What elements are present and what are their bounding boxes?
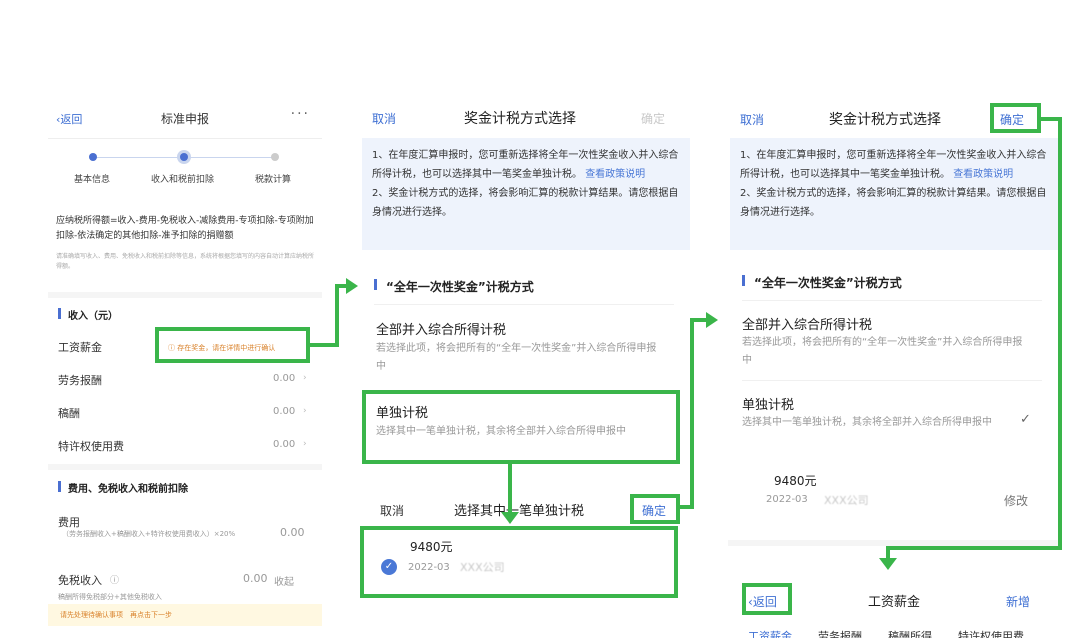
arrow-down-icon — [501, 512, 519, 524]
arrow-down-icon — [879, 558, 897, 570]
cancel-button[interactable]: 取消 — [372, 110, 396, 127]
cancel-button[interactable]: 取消 — [740, 111, 764, 128]
step-label-3: 税款计算 — [255, 175, 292, 185]
tab-salary[interactable]: 工资薪金 — [748, 628, 792, 638]
option-separate-title[interactable]: 单独计税 — [742, 394, 794, 413]
section-title: “全年一次性奖金”计税方式 — [386, 280, 534, 294]
page-title: 奖金计税方式选择 — [829, 112, 941, 128]
option-merge-title[interactable]: 全部并入综合所得计税 — [376, 319, 506, 338]
fee-label: 费用 — [58, 516, 80, 529]
chevron-right-icon: › — [303, 373, 307, 383]
more-icon[interactable]: ··· — [291, 106, 310, 122]
chevron-right-icon: › — [303, 406, 307, 416]
sub-title: 选择其中一笔单独计税 — [454, 504, 585, 519]
step-dot-2 — [180, 153, 188, 161]
exempt-label[interactable]: 免税收入 — [58, 572, 102, 588]
option-merge-title[interactable]: 全部并入综合所得计税 — [742, 314, 872, 333]
tab-labor[interactable]: 劳务报酬 — [818, 628, 862, 638]
tab-franchise[interactable]: 特许权使用费 — [958, 628, 1024, 638]
bonus-company: XXX公司 — [824, 494, 869, 507]
row-franchise-label[interactable]: 特许权使用费 — [58, 438, 124, 454]
step-label-1: 基本信息 — [74, 175, 111, 185]
row-labor-value: 0.00 — [273, 373, 296, 384]
notice-box: 1、在年度汇算申报时，您可重新选择将全年一次性奖金收入并入综合所得计税，也可以选… — [730, 138, 1058, 250]
highlight-bonus-warning — [155, 327, 310, 363]
income-section-title: 收入（元） — [68, 311, 118, 322]
row-royalty-label[interactable]: 稿酬 — [58, 405, 80, 421]
bonus-date: 2022-03 — [766, 494, 808, 505]
tab-royalty[interactable]: 稿酬所得 — [888, 628, 932, 638]
top-bar: ‹返回 标准申报 ··· — [48, 98, 322, 139]
add-button[interactable]: 新增 — [1006, 593, 1030, 610]
sub-cancel-button[interactable]: 取消 — [380, 502, 404, 519]
step-dot-1 — [89, 153, 97, 161]
highlight-bonus-item — [360, 526, 678, 598]
help-icon[interactable]: ⓘ — [110, 573, 119, 586]
notice-box: 1、在年度汇算申报时，您可重新选择将全年一次性奖金收入并入综合所得计税，也可以选… — [362, 138, 690, 250]
section-title: “全年一次性奖金”计税方式 — [754, 276, 902, 290]
row-franchise-value: 0.00 — [273, 439, 296, 450]
highlight-separate-option — [362, 390, 680, 464]
panel-standard-declaration: ‹返回 标准申报 ··· 基本信息 收入和税前扣除 税款计算 应纳税所得额=收入… — [48, 98, 322, 638]
step-dot-3 — [271, 153, 279, 161]
option-merge-desc: 若选择此项，将会把所有的“全年一次性奖金”并入综合所得申报中 — [742, 337, 1023, 366]
option-merge-desc: 若选择此项，将会把所有的“全年一次性奖金”并入综合所得申报中 — [376, 343, 657, 372]
hint-text: 请准确填写收入、费用、免税收入和税前扣除等信息，系统将根据您填写的内容自动计算应… — [56, 253, 315, 270]
arrow-right-icon — [346, 278, 358, 294]
confirm-button-disabled[interactable]: 确定 — [641, 110, 665, 127]
row-labor-label[interactable]: 劳务报酬 — [58, 372, 102, 388]
salary-page-title: 工资薪金 — [868, 595, 921, 610]
exempt-value: 0.00 — [243, 572, 268, 585]
fee-desc: （劳务报酬收入+稿酬收入+特许权使用费收入）×20% — [62, 530, 236, 538]
policy-link[interactable]: 查看政策说明 — [585, 169, 645, 180]
notice-text-2: 2、奖金计税方式的选择，将会影响汇算的税款计算结果。请您根据自身情况进行选择。 — [372, 188, 679, 218]
highlight-back — [742, 583, 792, 615]
bottom-notice: 请先处理待确认事项 再点击下一步 — [48, 604, 322, 626]
modify-button[interactable]: 修改 — [1004, 492, 1028, 509]
bonus-amount: 9480元 — [774, 474, 817, 488]
formula-text: 应纳税所得额=收入-费用-免税收入-减除费用-专项扣除-专项附加扣除-依法确定的… — [56, 216, 314, 241]
highlight-confirm — [990, 103, 1041, 133]
chevron-right-icon: › — [303, 439, 307, 449]
notice-text-2: 2、奖金计税方式的选择，将会影响汇算的税款计算结果。请您根据自身情况进行选择。 — [740, 188, 1047, 218]
deduction-section-title: 费用、免税收入和税前扣除 — [68, 484, 188, 495]
exempt-desc: 稿酬所得免税部分+其他免税收入 — [58, 593, 162, 601]
arrow-right-icon — [706, 312, 718, 328]
policy-link[interactable]: 查看政策说明 — [953, 169, 1013, 180]
step-label-2: 收入和税前扣除 — [151, 175, 215, 185]
collapse-button[interactable]: 收起 — [274, 573, 294, 588]
row-salary-label[interactable]: 工资薪金 — [58, 339, 102, 355]
check-icon: ✓ — [1020, 412, 1031, 427]
page-title: 标准申报 — [160, 112, 209, 126]
page-title: 奖金计税方式选择 — [464, 111, 576, 127]
option-separate-desc: 选择其中一笔单独计税，其余将全部并入综合所得申报中 — [742, 417, 992, 428]
panel-bonus-method-confirmed: 取消 奖金计税方式选择 确定 1、在年度汇算申报时，您可重新选择将全年一次性奖金… — [728, 98, 1058, 638]
row-royalty-value: 0.00 — [273, 406, 296, 417]
highlight-sub-confirm — [630, 494, 680, 524]
fee-value: 0.00 — [280, 526, 305, 539]
